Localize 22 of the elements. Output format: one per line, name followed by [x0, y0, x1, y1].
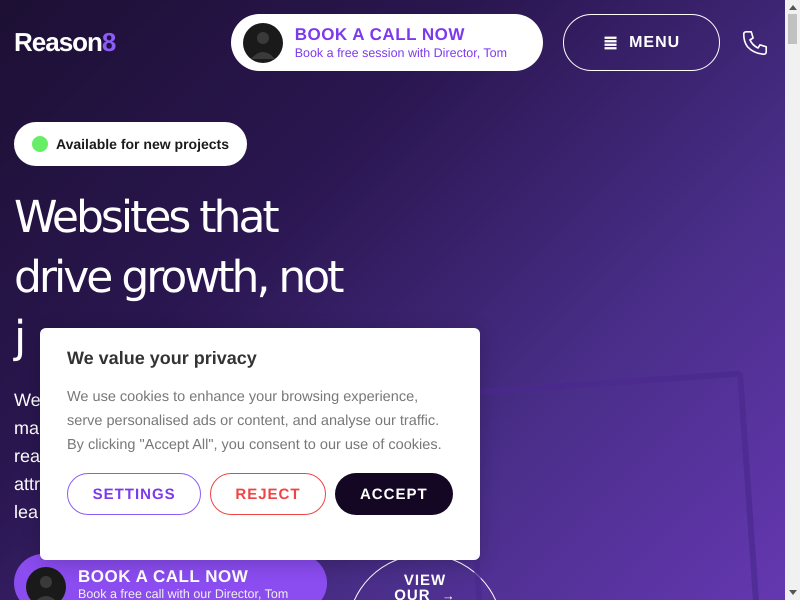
- dialog-title: We value your privacy: [67, 348, 258, 369]
- intro-text-fragment: rea: [14, 445, 40, 468]
- cookie-button[interactable]: ACCEPT: [334, 473, 453, 515]
- intro-text-fragment: lea: [14, 501, 38, 524]
- avatar-icon: [26, 567, 66, 600]
- headline-line: j: [14, 311, 24, 365]
- headline-line: Websites that: [14, 191, 277, 245]
- dialog-text: We use cookies to enhance your browsing experience, serve personalised ads or content, and analyse our traffic. By clicking "Accept All", you consent to our use of cookies.: [67, 388, 443, 455]
- intro-text-fragment: attr: [14, 473, 40, 496]
- logo[interactable]: Reason8: [14, 27, 231, 58]
- availability-label: Available for new projects: [56, 136, 229, 152]
- intro-text-fragment: We: [14, 389, 41, 412]
- menu-button[interactable]: ≣ MENU: [563, 14, 720, 71]
- avatar-icon: [242, 22, 283, 62]
- intro-text-fragment: ma: [14, 417, 40, 440]
- cookie-button[interactable]: REJECT: [210, 473, 326, 515]
- scroll-thumb[interactable]: [788, 14, 797, 44]
- headline-line: drive growth, not: [14, 251, 342, 305]
- scroll-down-icon[interactable]: [788, 590, 796, 595]
- book-call-button[interactable]: BOOK A CALL NOW Book a free session with Director, Tom: [230, 14, 544, 71]
- cookie-button[interactable]: SETTINGS: [67, 473, 202, 515]
- scrollbar[interactable]: [785, 0, 800, 600]
